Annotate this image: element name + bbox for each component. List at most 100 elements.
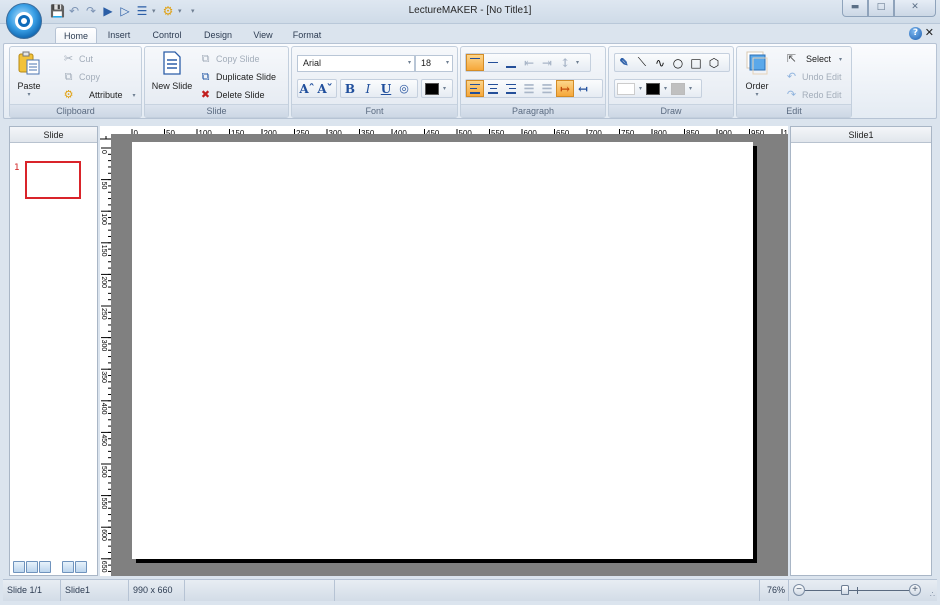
line-spacing-dropdown-icon[interactable]: ▾ bbox=[576, 59, 579, 66]
app-logo-icon bbox=[15, 12, 33, 30]
app-menu-button[interactable] bbox=[6, 3, 42, 39]
order-button[interactable]: Order ▾ bbox=[741, 50, 773, 98]
left-to-right-button[interactable]: ↦ bbox=[556, 80, 574, 97]
shadow-color-swatch[interactable] bbox=[671, 82, 686, 95]
delete-slide-button[interactable]: ✖ Delete Slide bbox=[199, 87, 265, 103]
italic-button[interactable]: I bbox=[359, 80, 377, 97]
slide-panel-header: Slide bbox=[10, 127, 97, 143]
slide-canvas[interactable] bbox=[132, 142, 753, 559]
shrink-font-button[interactable]: Aˇ bbox=[316, 80, 334, 97]
line-color-swatch[interactable] bbox=[646, 82, 661, 95]
vertical-ruler: 0 50 100 150 200 250 300 350 400 450 500 550 600 650 bbox=[100, 140, 111, 576]
font-size-select[interactable]: 18 ▾ bbox=[415, 55, 453, 72]
bullet-list-button[interactable]: ☰ bbox=[520, 80, 538, 97]
increase-indent-button[interactable]: ⇥ bbox=[538, 54, 556, 71]
undo-edit-button[interactable]: ↶ Undo Edit bbox=[785, 69, 842, 85]
line-tool[interactable]: ⟍ bbox=[633, 54, 651, 71]
curve-tool[interactable]: ∿ bbox=[651, 54, 669, 71]
slide-group: New Slide ⧉ Copy Slide ⧉ Duplicate Slide… bbox=[144, 46, 289, 118]
zoom-out-button[interactable]: − bbox=[793, 584, 805, 596]
font-group-label: Font bbox=[292, 104, 457, 117]
close-button[interactable]: ✕ bbox=[894, 0, 936, 17]
fill-color-dropdown-icon[interactable]: ▾ bbox=[639, 85, 642, 92]
horizontal-align-buttons: ☰ ☰ ↦ ↤ bbox=[465, 79, 603, 98]
select-label: Select bbox=[806, 54, 832, 64]
tab-view[interactable]: View bbox=[246, 27, 280, 43]
resize-grip-icon[interactable]: ∴ bbox=[930, 590, 935, 599]
tab-design[interactable]: Design bbox=[197, 27, 239, 43]
fill-color-swatch[interactable] bbox=[617, 82, 635, 95]
duplicate-slide-button[interactable]: ⧉ Duplicate Slide bbox=[199, 69, 276, 85]
status-empty-cell bbox=[185, 580, 335, 601]
align-middle-button[interactable] bbox=[484, 54, 502, 71]
status-bar: Slide 1/1 Slide1 990 x 660 76% − + ∴ bbox=[3, 579, 937, 601]
line-color-dropdown-icon[interactable]: ▾ bbox=[664, 85, 667, 92]
paste-button[interactable]: Paste ▾ bbox=[14, 50, 44, 98]
shadow-color-dropdown-icon[interactable]: ▾ bbox=[689, 85, 692, 92]
align-center-button[interactable] bbox=[484, 80, 502, 97]
font-family-dropdown-icon: ▾ bbox=[407, 60, 411, 66]
tab-insert[interactable]: Insert bbox=[100, 27, 138, 43]
font-color-picker[interactable]: ▾ bbox=[421, 79, 453, 98]
ruler-label: 400 bbox=[100, 403, 107, 415]
slide-thumbnail[interactable] bbox=[25, 161, 81, 199]
new-slide-button[interactable]: New Slide bbox=[148, 50, 196, 91]
font-group: Arial ▾ 18 ▾ Aˆ Aˇ B I U ◎ ▾ Font bbox=[291, 46, 458, 118]
polygon-tool[interactable]: ⬡ bbox=[705, 54, 723, 71]
minimize-button[interactable]: ▬ bbox=[842, 0, 868, 17]
text-box-tool[interactable]: ✎ bbox=[615, 54, 633, 71]
zoom-level: 76% bbox=[759, 580, 789, 601]
attribute-button[interactable]: ⚙ Attribute ▾ bbox=[62, 87, 136, 103]
paste-icon bbox=[18, 51, 40, 75]
bold-button[interactable]: B bbox=[341, 80, 359, 97]
scissors-icon: ✂ bbox=[63, 52, 74, 65]
zoom-slide-icon[interactable] bbox=[13, 561, 25, 573]
font-family-select[interactable]: Arial ▾ bbox=[297, 55, 415, 72]
title-bar: 💾 ↶ ↷ ▶ ▷ ☰ ▾ ⚙ ▾ ▾ LectureMAKER - [No T… bbox=[0, 0, 940, 24]
tab-home[interactable]: Home bbox=[55, 27, 97, 43]
line-spacing-button[interactable]: ↕ bbox=[556, 54, 574, 71]
clipboard-group-label: Clipboard bbox=[10, 104, 141, 117]
outline-button[interactable]: ◎ bbox=[395, 80, 413, 97]
decrease-indent-button[interactable]: ⇤ bbox=[520, 54, 538, 71]
move-down-slide-icon[interactable] bbox=[75, 561, 87, 573]
redo-edit-button[interactable]: ↷ Redo Edit bbox=[785, 87, 842, 103]
paste-label: Paste bbox=[17, 81, 41, 91]
slide-position-status: Slide 1/1 bbox=[3, 580, 61, 601]
restore-button[interactable]: □ bbox=[868, 0, 894, 17]
align-left-button[interactable] bbox=[466, 80, 484, 97]
ruler-label: 150 bbox=[100, 245, 107, 257]
copy-label: Copy bbox=[79, 72, 101, 82]
font-family-value: Arial bbox=[303, 58, 322, 68]
check-slide-icon[interactable] bbox=[39, 561, 51, 573]
font-size-value: 18 bbox=[421, 58, 432, 68]
underline-button[interactable]: U bbox=[377, 80, 395, 97]
align-right-button[interactable] bbox=[502, 80, 520, 97]
rectangle-tool[interactable]: □ bbox=[687, 54, 705, 71]
cut-button[interactable]: ✂ Cut bbox=[62, 51, 93, 67]
move-up-slide-icon[interactable] bbox=[62, 561, 74, 573]
copy-button[interactable]: ⧉ Copy bbox=[62, 69, 100, 85]
ruler-label: 300 bbox=[100, 340, 107, 352]
draw-group-label: Draw bbox=[609, 104, 733, 117]
zoom-in-button[interactable]: + bbox=[909, 584, 921, 596]
copy-slide-button[interactable]: ⧉ Copy Slide bbox=[199, 51, 260, 67]
align-top-button[interactable] bbox=[466, 54, 484, 71]
tab-format[interactable]: Format bbox=[286, 27, 328, 43]
slide-number: 1 bbox=[14, 163, 20, 173]
zoom-slider-thumb[interactable] bbox=[840, 585, 849, 595]
slide-panel-tools bbox=[13, 561, 87, 573]
right-to-left-button[interactable]: ↤ bbox=[574, 80, 592, 97]
tab-control[interactable]: Control bbox=[144, 27, 190, 43]
numbered-list-button[interactable]: ☰ bbox=[538, 80, 556, 97]
close-document-icon[interactable]: ✕ bbox=[925, 26, 934, 39]
zoom-slider[interactable]: − + bbox=[793, 584, 923, 597]
select-button[interactable]: ⇱ Select ▾ bbox=[785, 51, 842, 67]
ellipse-tool[interactable]: ○ bbox=[669, 54, 687, 71]
preview-slide-icon[interactable] bbox=[26, 561, 38, 573]
align-bottom-button[interactable] bbox=[502, 54, 520, 71]
help-icon[interactable]: ? bbox=[909, 27, 922, 40]
grow-font-button[interactable]: Aˆ bbox=[298, 80, 316, 97]
slide-properties-header: Slide1 bbox=[791, 127, 931, 143]
paragraph-group-label: Paragraph bbox=[461, 104, 605, 117]
